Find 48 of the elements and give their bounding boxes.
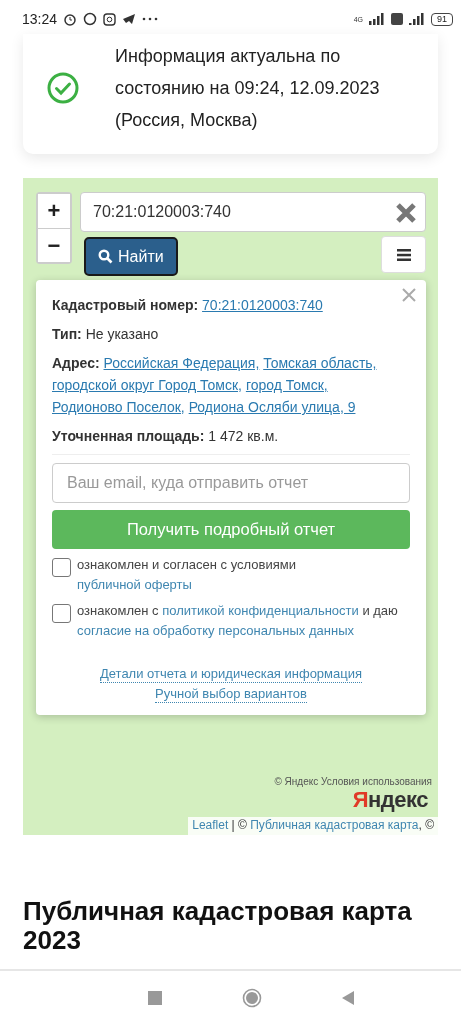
email-field[interactable]: Ваш email, куда отправить отчет <box>52 463 410 503</box>
field-link[interactable]: город Томск, <box>245 377 328 393</box>
info-field: Адрес: Российская Федерация, Томская область, городской округ Город Томск, город Томск, Родионово Поселок, Родиона Осляби улица, 9 <box>52 352 410 418</box>
attribution-link[interactable]: Leaflet <box>192 818 229 832</box>
map-attribution: Leaflet | © Публичная кадастровая карта, © <box>188 817 438 835</box>
agreement-text: ознакомлен и согласен с условиями публичной оферты <box>77 556 297 594</box>
field-link[interactable]: 70:21:0120003:740 <box>202 297 323 313</box>
info-link[interactable]: Ручной выбор вариантов <box>155 685 307 703</box>
clear-icon[interactable] <box>395 202 417 224</box>
report-button[interactable]: Получить подробный отчет <box>52 510 410 549</box>
back-icon[interactable] <box>341 990 354 1005</box>
field-link[interactable]: Родионово Поселок, <box>52 399 185 415</box>
search-field[interactable]: 70:21:0120003:740 <box>80 192 426 232</box>
page-heading: Публичная кадастровая карта 2023 <box>23 897 413 955</box>
field-link[interactable]: Российская Федерация, <box>103 355 260 371</box>
status-time: 13:24 <box>22 11 58 27</box>
checkbox[interactable] <box>52 604 71 623</box>
map[interactable] <box>23 178 438 835</box>
field-link[interactable]: Томская область, <box>263 355 377 371</box>
find-button[interactable]: Найти <box>84 237 178 276</box>
info-field: Тип: Не указано <box>52 323 410 345</box>
signal-icon <box>369 13 385 25</box>
alarm-icon <box>63 12 78 26</box>
menu-icon <box>396 247 411 262</box>
agreement-text: ознакомлен с политикой конфиденциальности и даю согласие на обработку персональных данных <box>77 602 399 640</box>
search-icon <box>98 249 113 264</box>
info-field: Уточненная площадь: 1 472 кв.м. <box>52 425 410 447</box>
checkbox[interactable] <box>52 558 71 577</box>
more-icon <box>142 17 159 21</box>
zoom-out-button[interactable]: − <box>38 228 70 262</box>
agreement-link[interactable]: политикой конфиденциальности <box>162 603 359 618</box>
home-icon[interactable] <box>241 987 262 1008</box>
map-logo: Яндекс <box>352 787 428 813</box>
agreement-link[interactable]: публичной оферты <box>77 577 192 592</box>
signal-icon <box>409 13 425 25</box>
agreement-link[interactable]: согласие на обработку персональных данных <box>77 623 354 638</box>
info-field: Кадастровый номер: 70:21:0120003:740 <box>52 294 410 316</box>
battery-icon: 91 <box>431 12 453 26</box>
camera-icon <box>103 12 117 26</box>
yandex-attribution: © Яндекс Условия использования <box>274 776 432 787</box>
menu-button[interactable] <box>381 236 426 273</box>
check-circle-icon <box>47 72 79 104</box>
recents-icon[interactable] <box>147 990 162 1005</box>
field-link[interactable]: Родиона Осляби улица, 9 <box>188 399 356 415</box>
plane-icon <box>122 13 137 25</box>
info-link[interactable]: Детали отчета и юридическая информация <box>99 665 363 683</box>
notice-text: Информация актуальна по состоянию на 09:24, 12.09.2023 (Россия, Москва) <box>115 45 381 132</box>
field-link[interactable]: городской округ Город Томск, <box>52 377 242 393</box>
